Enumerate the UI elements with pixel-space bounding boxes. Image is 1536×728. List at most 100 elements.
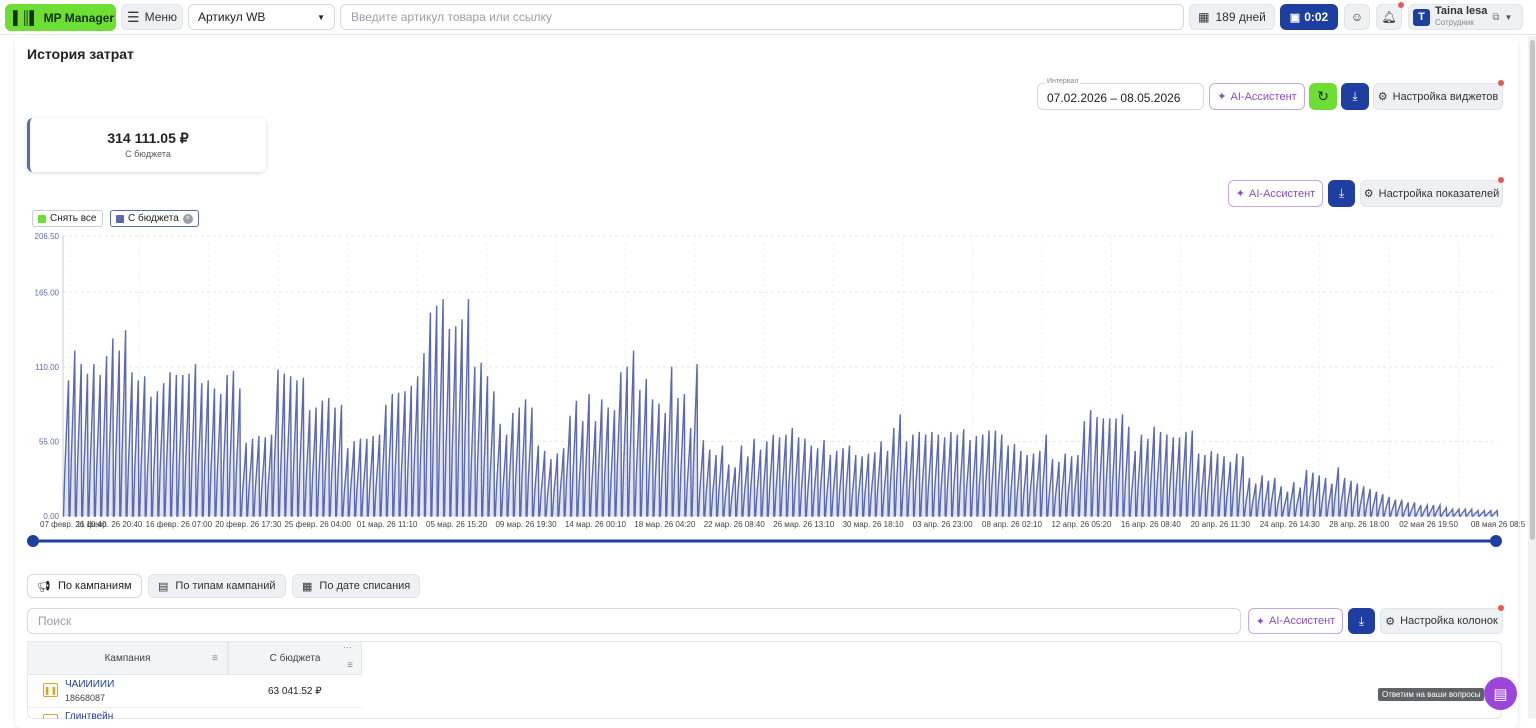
ai-label: AI-Ассистент: [1269, 615, 1336, 627]
x-tick-label: 16 февр. 26 07:00: [146, 520, 213, 529]
metrics-settings-button[interactable]: ⚙ Настройка показателей: [1360, 180, 1503, 207]
x-tick-label: 08 апр. 26 02:10: [982, 520, 1042, 529]
notifications-button[interactable]: 🔔︎: [1376, 4, 1402, 30]
more-icon[interactable]: ···: [343, 642, 352, 652]
header-label: Кампания: [104, 652, 151, 664]
y-tick-labels: 0.0055.00110.00165.00206.50: [35, 232, 60, 521]
x-tick-label: 30 мар. 26 18:10: [843, 520, 905, 529]
refresh-icon: ↻: [1317, 88, 1329, 104]
x-tick-labels: 07 февр. 26 10:4011 февр. 26 20:40 16 фев…: [40, 520, 1526, 529]
barcode-icon: ▌║▌: [13, 10, 39, 25]
chat-help-button[interactable]: ▤: [1484, 677, 1517, 710]
pause-icon[interactable]: [43, 714, 58, 719]
x-tick-label: 20 апр. 26 11:30: [1191, 520, 1251, 529]
x-tick-label: 26 мар. 26 13:10: [773, 520, 835, 529]
columns-settings-label: Настройка колонок: [1400, 615, 1498, 627]
gear-icon: ⚙: [1363, 188, 1374, 200]
legend-series[interactable]: С бюджета ×: [110, 210, 199, 227]
smile-icon: ☺: [1350, 10, 1364, 24]
cost-chart: 0.0055.00110.00165.00206.50 07 февр. 26 …: [27, 232, 1529, 547]
page-title: История затрат: [27, 46, 134, 62]
user-info: Taina lesa Сотрудник: [1435, 6, 1487, 28]
column-menu-icon[interactable]: ≡: [347, 660, 353, 671]
list-icon: ▤: [158, 580, 169, 593]
metrics-settings-dot: [1498, 177, 1504, 183]
x-tick-label: 09 мар. 26 19:30: [495, 520, 557, 529]
x-tick-label: 16 апр. 26 08:40: [1121, 520, 1181, 529]
copy-icon: ⧉: [1492, 11, 1500, 23]
budget-value: 63 041.52 ₽: [268, 686, 322, 697]
bell-icon: 🔔︎: [1381, 10, 1397, 24]
avatar: T: [1413, 8, 1430, 26]
chevron-down-icon: ▼: [317, 12, 325, 22]
series-square-icon: [116, 214, 124, 223]
calendar-icon: ▦: [302, 580, 313, 593]
ai-assistant-button-table[interactable]: ✦ AI-Ассистент: [1248, 608, 1343, 634]
kpi-label: С бюджета: [125, 149, 171, 159]
table-row[interactable]: ❚❚ ЧАИИИИИ 18668087 63 041.52 ₽: [27, 675, 362, 708]
gear-icon: ⚙: [1385, 615, 1396, 628]
download-button-table[interactable]: ⤓: [1348, 608, 1375, 634]
logo-button[interactable]: ▌║▌ MP Manager: [5, 4, 116, 31]
zoom-slider-handle-right: [1490, 535, 1502, 547]
notification-dot: [1398, 2, 1404, 8]
campaign-name-link[interactable]: ЧАИИИИИ: [65, 679, 114, 690]
download-icon: ⤓: [1338, 186, 1345, 200]
columns-settings-button[interactable]: ⚙ Настройка колонок: [1380, 608, 1503, 634]
ai-assistant-button-chart[interactable]: ✦ AI-Ассистент: [1228, 180, 1323, 207]
pause-icon[interactable]: ❚❚: [43, 683, 58, 697]
metrics-settings-label: Настройка показателей: [1378, 187, 1500, 200]
chevron-down-icon: ▼: [1504, 12, 1513, 22]
table-row[interactable]: Глинтвейн: [27, 708, 362, 719]
refresh-button[interactable]: ↻: [1309, 83, 1337, 110]
download-icon: ⤓: [1352, 89, 1358, 103]
interval-label: Интервал: [1045, 78, 1081, 85]
article-type-select[interactable]: Артикул WB ▼: [188, 4, 335, 30]
table-search-input[interactable]: Поиск: [27, 608, 1241, 634]
y-tick-label: 165.00: [35, 288, 60, 297]
user-name: Taina lesa: [1435, 5, 1488, 17]
x-tick-label: 25 февр. 26 04:00: [284, 520, 351, 529]
days-button[interactable]: ▦ 189 дней: [1189, 4, 1275, 30]
x-tick-label: 14 мар. 26 00:10: [565, 520, 627, 529]
tab-by-campaign-types[interactable]: ▤ По типам кампаний: [148, 574, 286, 598]
interval-field[interactable]: 07.02.2026 – 08.05.2026: [1037, 83, 1204, 110]
menu-button[interactable]: ☰ Меню: [121, 4, 183, 30]
tab-label: По типам кампаний: [175, 580, 276, 592]
calendar-icon: ▦: [1198, 10, 1210, 24]
article-select-value: Артикул WB: [198, 10, 266, 24]
table-search-placeholder: Поиск: [38, 614, 72, 628]
header-label: С бюджета: [269, 652, 321, 664]
widgets-settings-dot: [1498, 80, 1504, 86]
search-input[interactable]: Введите артикул товара или ссылку: [340, 4, 1184, 30]
column-header-campaign[interactable]: Кампания ≡: [27, 641, 228, 675]
user-menu[interactable]: T Taina lesa Сотрудник ⧉ ▼: [1408, 4, 1523, 30]
search-placeholder: Введите артикул товара или ссылку: [351, 10, 552, 24]
sparkle-icon: ✦: [1255, 615, 1266, 628]
campaign-name-link[interactable]: Глинтвейн: [65, 711, 113, 719]
widgets-settings-label: Настройка виджетов: [1392, 90, 1499, 103]
y-tick-label: 110.00: [35, 363, 59, 372]
tab-by-campaigns[interactable]: 📢︎ По кампаниям: [27, 574, 142, 598]
legend-clear-all[interactable]: Снять все: [32, 210, 103, 227]
user-role: Сотрудник: [1435, 18, 1474, 27]
help-tooltip: Ответим на ваши вопросы: [1378, 688, 1485, 701]
close-circle-icon[interactable]: ×: [182, 213, 193, 224]
menu-label: Меню: [144, 10, 177, 24]
tab-by-charge-date[interactable]: ▦ По дате списания: [292, 574, 421, 598]
video-icon: ▣: [1289, 11, 1301, 24]
x-tick-label: 24 апр. 26 14:30: [1260, 520, 1320, 529]
columns-settings-dot: [1498, 605, 1504, 611]
column-menu-icon[interactable]: ≡: [212, 653, 218, 664]
logo-text: MP Manager: [43, 10, 115, 25]
download-button-chart[interactable]: ⤓: [1328, 180, 1355, 207]
x-tick-label: 01 мар. 26 11:10: [357, 520, 418, 529]
timer-button[interactable]: ▣ 0:02: [1280, 4, 1338, 30]
sparkle-icon: ✦: [1217, 91, 1227, 103]
emoji-button[interactable]: ☺: [1344, 4, 1370, 30]
ai-assistant-button-widgets[interactable]: ✦ AI-Ассистент: [1209, 83, 1305, 110]
x-tick-label: 18 мар. 26 04:20: [634, 520, 696, 529]
download-button-widgets[interactable]: ⤓: [1341, 83, 1369, 110]
widgets-settings-button[interactable]: ⚙ Настройка виджетов: [1373, 83, 1503, 110]
column-header-budget[interactable]: С бюджета ≡ ···: [228, 641, 362, 675]
